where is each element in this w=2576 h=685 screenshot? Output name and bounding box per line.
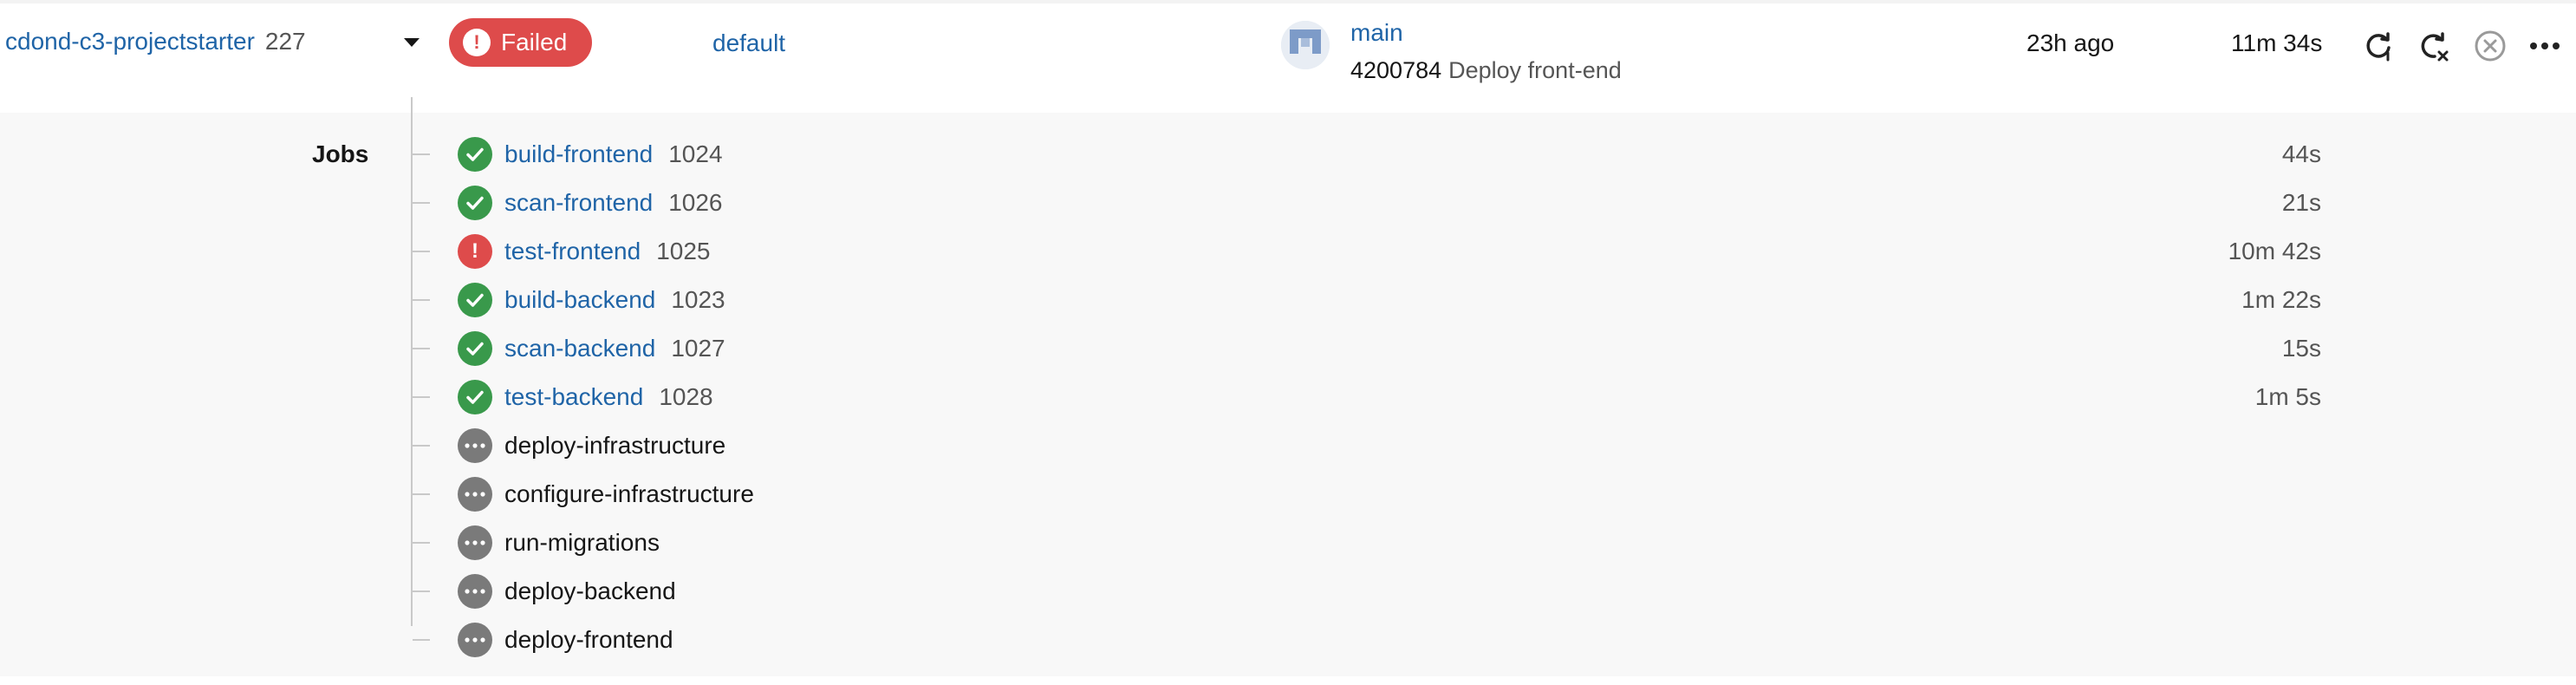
job-name-link[interactable]: build-frontend [504, 140, 653, 168]
job-item[interactable]: configure-infrastructure [458, 475, 754, 513]
pipeline-duration: 11m 34s [2231, 29, 2323, 56]
rerun-failed-icon[interactable] [2414, 27, 2452, 65]
job-item[interactable]: scan-backend 1027 [458, 329, 725, 368]
job-item[interactable]: test-backend 1028 [458, 378, 713, 416]
job-number: 1024 [668, 140, 723, 167]
pending-dots-icon [458, 428, 492, 463]
project-name-link[interactable]: cdond-c3-projectstarter 227 [5, 28, 306, 55]
job-name: deploy-frontend [504, 626, 673, 653]
job-item[interactable]: deploy-backend [458, 572, 676, 610]
job-duration: 1m 22s [2241, 286, 2321, 313]
jobs-section: Jobs build-frontend 1024 44s scan-fronte… [0, 97, 2576, 676]
success-check-icon [458, 380, 492, 414]
pipeline-row: cdond-c3-projectstarter 227 ! Failed defa… [0, 3, 2576, 113]
success-check-icon [458, 137, 492, 172]
job-item[interactable]: ! test-frontend 1025 [458, 232, 711, 271]
job-name-link[interactable]: test-backend [504, 383, 643, 411]
tree-connector [413, 153, 430, 155]
pending-dots-icon [458, 477, 492, 512]
job-item[interactable]: deploy-infrastructure [458, 427, 725, 465]
tree-connector [413, 202, 430, 204]
started-ago: 23h ago [2026, 29, 2115, 56]
job-number: 1028 [659, 383, 713, 410]
job-number: 1027 [671, 335, 725, 362]
rerun-icon[interactable] [2359, 27, 2397, 65]
jobs-label: Jobs [312, 140, 369, 167]
job-name: deploy-backend [504, 577, 676, 604]
job-number: 1023 [671, 286, 725, 313]
job-duration: 10m 42s [2228, 238, 2321, 264]
job-item[interactable]: run-migrations [458, 524, 660, 562]
job-duration: 1m 5s [2254, 383, 2321, 410]
job-name-link[interactable]: scan-frontend [504, 189, 653, 217]
commit-info[interactable]: 4200784 Deploy front-end [1350, 57, 1622, 84]
more-icon[interactable] [2526, 27, 2564, 65]
chevron-down-icon[interactable] [404, 38, 420, 47]
job-item[interactable]: scan-frontend 1026 [458, 184, 723, 222]
tree-connector [413, 251, 430, 252]
success-check-icon [458, 331, 492, 366]
job-item[interactable]: build-backend 1023 [458, 281, 725, 319]
tree-connector [413, 396, 430, 398]
pending-dots-icon [458, 574, 492, 609]
job-number: 1025 [656, 238, 711, 264]
job-duration: 44s [2281, 140, 2321, 167]
job-name-link[interactable]: scan-backend [504, 335, 655, 362]
tree-connector [413, 348, 430, 349]
status-label: Failed [501, 29, 568, 55]
cancel-icon[interactable] [2471, 27, 2509, 65]
pipeline-number: 227 [264, 28, 306, 55]
job-name: deploy-infrastructure [504, 432, 726, 459]
success-check-icon [458, 186, 492, 220]
alert-circle-icon: ! [463, 29, 491, 56]
job-duration: 21s [2281, 189, 2321, 216]
tree-connector [413, 445, 430, 447]
job-number: 1026 [668, 189, 723, 216]
tree-connector [413, 542, 430, 544]
job-item[interactable]: deploy-frontend [458, 621, 673, 659]
tree-connector [413, 639, 430, 641]
project-name[interactable]: cdond-c3-projectstarter [5, 28, 255, 55]
job-name: configure-infrastructure [504, 480, 754, 507]
job-name: run-migrations [504, 529, 660, 556]
success-check-icon [458, 283, 492, 317]
tree-connector [413, 493, 430, 495]
branch-link[interactable]: main [1350, 19, 1403, 47]
tree-connector [413, 299, 430, 301]
avatar [1281, 21, 1330, 69]
job-item[interactable]: build-frontend 1024 [458, 135, 723, 173]
jobs-tree-line [411, 97, 413, 626]
failed-alert-icon: ! [458, 234, 492, 269]
commit-sha[interactable]: 4200784 [1350, 57, 1441, 83]
job-duration: 15s [2281, 335, 2321, 362]
tree-connector [413, 590, 430, 592]
commit-message: Deploy front-end [1448, 57, 1622, 83]
job-name-link[interactable]: test-frontend [504, 238, 641, 265]
context-link[interactable]: default [712, 29, 785, 57]
job-name-link[interactable]: build-backend [504, 286, 655, 314]
pending-dots-icon [458, 623, 492, 657]
pending-dots-icon [458, 525, 492, 560]
status-badge[interactable]: ! Failed [449, 18, 592, 67]
